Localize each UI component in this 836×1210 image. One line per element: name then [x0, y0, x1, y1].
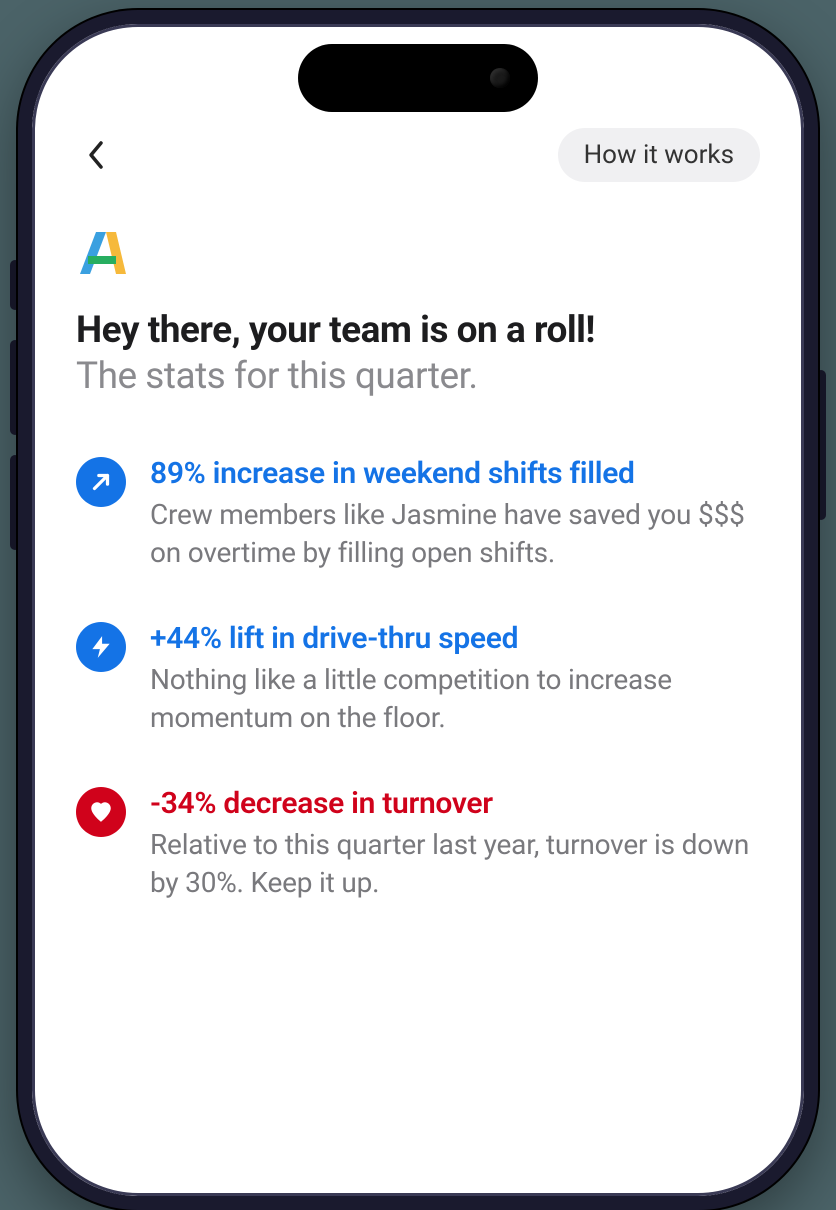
stat-title: 89% increase in weekend shifts filled — [150, 455, 760, 493]
stat-item: -34% decrease in turnover Relative to th… — [76, 785, 760, 902]
how-it-works-button[interactable]: How it works — [558, 128, 760, 182]
phone-frame: How it works Hey there, your team is on … — [18, 10, 818, 1210]
stat-body: +44% lift in drive-thru speed Nothing li… — [150, 620, 760, 737]
chevron-left-icon — [87, 140, 105, 170]
stat-badge — [76, 622, 126, 672]
logo-a-icon — [76, 226, 130, 280]
app-screen: How it works Hey there, your team is on … — [32, 24, 804, 1196]
top-bar: How it works — [76, 128, 760, 182]
stat-body: 89% increase in weekend shifts filled Cr… — [150, 455, 760, 572]
stat-item: 89% increase in weekend shifts filled Cr… — [76, 455, 760, 572]
bolt-icon — [88, 634, 114, 660]
page-title: Hey there, your team is on a roll! — [76, 308, 760, 354]
back-button[interactable] — [76, 135, 116, 175]
stat-description: Nothing like a little competition to inc… — [150, 661, 760, 737]
stat-item: +44% lift in drive-thru speed Nothing li… — [76, 620, 760, 737]
arrow-up-right-icon — [88, 469, 114, 495]
app-logo — [76, 226, 130, 280]
stat-title: +44% lift in drive-thru speed — [150, 620, 760, 658]
stat-badge — [76, 457, 126, 507]
page-subtitle: The stats for this quarter. — [76, 354, 760, 400]
stat-body: -34% decrease in turnover Relative to th… — [150, 785, 760, 902]
heart-icon — [88, 799, 114, 825]
stat-description: Crew members like Jasmine have saved you… — [150, 496, 760, 572]
stat-badge — [76, 787, 126, 837]
stat-title: -34% decrease in turnover — [150, 785, 760, 823]
stat-description: Relative to this quarter last year, turn… — [150, 826, 760, 902]
